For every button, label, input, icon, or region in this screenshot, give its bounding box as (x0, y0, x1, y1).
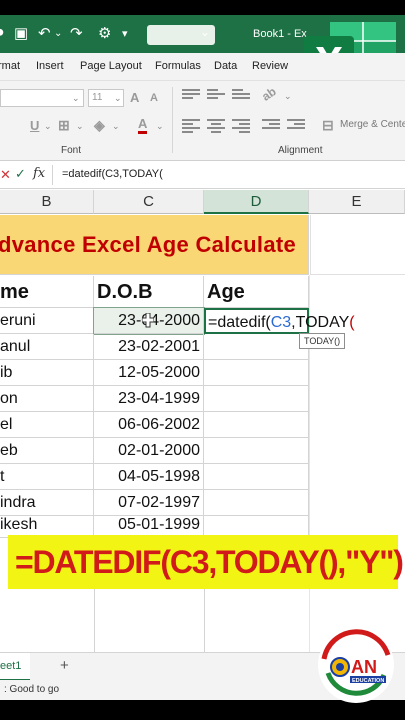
banner-text: =DATEDIF(C3,TODAY(),"Y") (15, 544, 404, 580)
sheet-title: dvance Excel Age Calculate (0, 232, 297, 257)
edit-paren: ( (349, 314, 355, 331)
cancel-icon[interactable]: ✕ (0, 167, 11, 183)
orientation-icon[interactable]: ab (259, 84, 279, 104)
column-header-b[interactable]: B (0, 190, 94, 214)
name-cell[interactable]: anul (0, 334, 94, 360)
undo-icon[interactable]: ↶ (38, 24, 51, 42)
undo-dropdown-icon[interactable]: ⌄ (54, 28, 62, 39)
dob-cell[interactable]: 06-06-2002 (94, 412, 204, 438)
name-cell[interactable]: eb (0, 438, 94, 464)
merge-center-button[interactable]: Merge & Cente (340, 119, 405, 130)
name-cell[interactable]: t (0, 464, 94, 490)
align-center-icon[interactable] (207, 117, 225, 133)
name-header-cell[interactable]: me (0, 276, 94, 308)
enter-icon[interactable]: ✓ (15, 166, 26, 182)
align-middle-icon[interactable] (207, 87, 225, 101)
borders-icon[interactable]: ⊞ (58, 117, 70, 134)
age-cell[interactable] (204, 334, 309, 360)
formula-separator (52, 165, 53, 185)
align-left-icon[interactable] (182, 117, 200, 133)
top-letterbox (0, 0, 405, 15)
alignment-group-label: Alignment (278, 145, 323, 156)
name-cell[interactable]: el (0, 412, 94, 438)
column-header-d[interactable]: D (204, 190, 309, 214)
dropdown-icon[interactable]: ⌄ (200, 25, 210, 39)
settings-icon[interactable]: ⚙ (98, 24, 111, 42)
function-tooltip: TODAY() (299, 333, 346, 349)
logo-letters: AN (351, 657, 377, 677)
increase-font-icon[interactable]: A (130, 90, 139, 105)
ribbon: ⌄ 11 ⌄ A A U ⌄ ⊞ ⌄ ◈ ⌄ A ⌄ ab ⌄ ⊟ Merge … (0, 81, 405, 161)
age-cell[interactable] (204, 360, 309, 386)
column-header-e[interactable]: E (309, 190, 405, 214)
tab-insert[interactable]: Insert (36, 60, 64, 72)
workbook-title: Book1 - Ex (253, 28, 307, 40)
tab-format[interactable]: rmat (0, 60, 20, 72)
empty-cell[interactable] (310, 215, 405, 275)
title-cell[interactable]: dvance Excel Age Calculate (0, 215, 309, 275)
customize-toolbar-icon[interactable]: ▾ (122, 27, 128, 40)
decrease-indent-icon[interactable] (262, 117, 280, 131)
tab-formulas[interactable]: Formulas (155, 60, 201, 72)
age-cell[interactable] (204, 386, 309, 412)
column-header-c[interactable]: C (94, 190, 204, 214)
decrease-font-icon[interactable]: A (150, 92, 158, 104)
save-icon[interactable]: ▣ (14, 24, 28, 42)
dob-cell[interactable]: 02-01-2000 (94, 438, 204, 464)
font-color-dropdown-icon[interactable]: ⌄ (156, 121, 164, 132)
age-cell[interactable] (204, 412, 309, 438)
formula-banner: =DATEDIF(C3,TODAY(),"Y") (8, 535, 404, 589)
tab-page-layout[interactable]: Page Layout (80, 60, 142, 72)
edit-prefix: =datedif( (208, 314, 271, 331)
ribbon-separator (172, 87, 173, 153)
font-color-icon[interactable]: A (138, 117, 148, 134)
name-cell[interactable]: ib (0, 360, 94, 386)
dob-header-cell[interactable]: D.O.B (94, 276, 204, 308)
align-bottom-icon[interactable] (232, 87, 250, 101)
tab-data[interactable]: Data (214, 60, 237, 72)
ribbon-tabs: rmat Insert Page Layout Formulas Data Re… (0, 53, 405, 81)
logo-tagline: EDUCATION (352, 678, 384, 684)
underline-dropdown-icon[interactable]: ⌄ (44, 121, 52, 132)
cursor-icon (142, 313, 154, 328)
align-right-icon[interactable] (232, 117, 250, 133)
increase-indent-icon[interactable] (287, 117, 305, 131)
orientation-dropdown-icon[interactable]: ⌄ (284, 91, 292, 102)
dob-cell[interactable]: 23-02-2001 (94, 334, 204, 360)
font-group-label: Font (61, 145, 82, 156)
tab-review[interactable]: Review (252, 60, 288, 72)
formula-bar: ✕ ✓ fx =datedif(C3,TODAY( (0, 161, 405, 189)
name-cell[interactable]: eruni (0, 308, 94, 334)
merge-center-icon[interactable]: ⊟ (322, 117, 334, 134)
age-cell[interactable] (204, 438, 309, 464)
insert-function-icon[interactable]: fx (33, 166, 45, 181)
screen: ⏺ ▣ ↶ ⌄ ↷ ⚙ ▾ ⌄ Book1 - Ex rmat Insert P… (0, 0, 405, 720)
borders-dropdown-icon[interactable]: ⌄ (76, 121, 84, 132)
formula-input[interactable]: =datedif(C3,TODAY( (62, 168, 163, 180)
underline-icon[interactable]: U (30, 118, 39, 133)
age-cell[interactable] (204, 464, 309, 490)
fill-color-dropdown-icon[interactable]: ⌄ (112, 121, 120, 132)
fill-color-icon[interactable]: ◈ (94, 117, 105, 134)
edit-function: ,TODAY (291, 314, 350, 331)
autosave-toggle-icon[interactable]: ⏺ (0, 24, 4, 41)
an-education-logo-icon: AN EDUCATION (318, 627, 394, 703)
font-size-dropdown-icon[interactable]: ⌄ (114, 93, 122, 104)
redo-icon[interactable]: ↷ (70, 24, 83, 42)
dob-cell[interactable]: 04-05-1998 (94, 464, 204, 490)
age-cell-editing[interactable]: =datedif(C3,TODAY( (204, 308, 355, 334)
align-top-icon[interactable] (182, 87, 200, 101)
edit-cell-ref: C3 (270, 314, 292, 331)
name-cell[interactable]: on (0, 386, 94, 412)
age-header-cell[interactable]: Age (204, 276, 309, 308)
add-sheet-button[interactable]: + (60, 657, 69, 674)
dob-cell[interactable]: 23-04-1999 (94, 386, 204, 412)
sheet-tab-1[interactable]: eet1 (0, 653, 30, 681)
dob-cell[interactable]: 12-05-2000 (94, 360, 204, 386)
font-name-dropdown-icon[interactable]: ⌄ (72, 93, 80, 104)
